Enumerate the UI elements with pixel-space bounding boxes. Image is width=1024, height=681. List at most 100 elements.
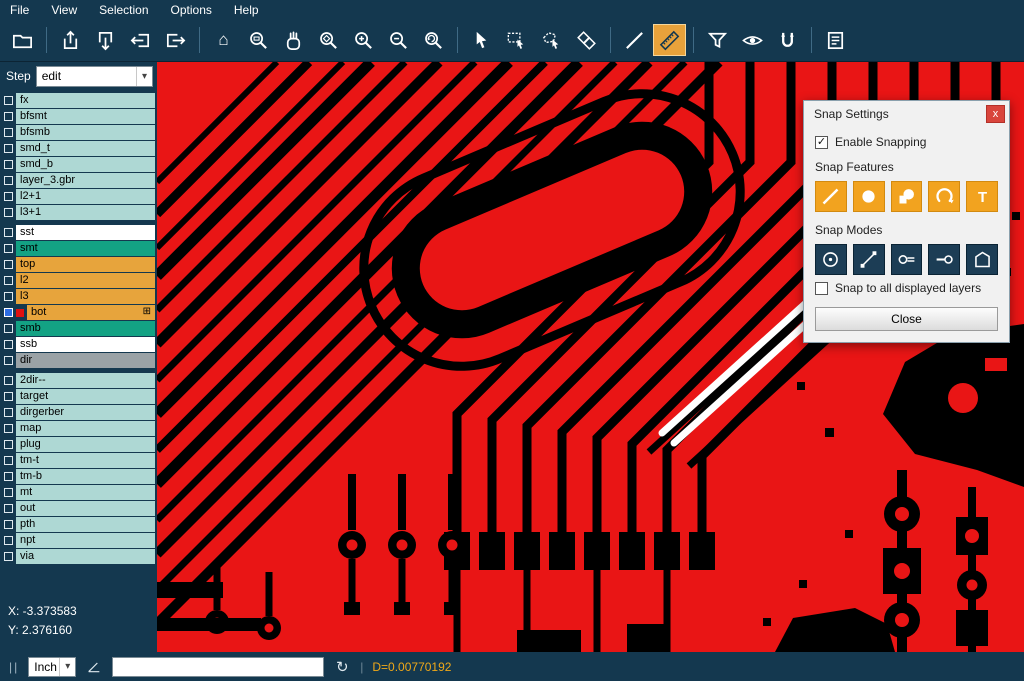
layer-checkbox[interactable]	[4, 340, 13, 349]
layer-label[interactable]: l3+1	[16, 205, 155, 220]
layer-checkbox[interactable]	[4, 228, 13, 237]
layer-row-l2+1[interactable]: l2+1	[2, 189, 155, 204]
layer-checkbox[interactable]	[4, 536, 13, 545]
layer-row-target[interactable]: target	[2, 389, 155, 404]
zoom-window-button[interactable]	[242, 24, 275, 56]
menu-selection[interactable]: Selection	[99, 3, 148, 17]
layer-row-map[interactable]: map	[2, 421, 155, 436]
close-button[interactable]: Close	[815, 307, 998, 331]
mode-center-button[interactable]	[815, 244, 847, 275]
report-list-button[interactable]	[819, 24, 852, 56]
layer-label[interactable]: pth	[16, 517, 155, 532]
layer-row-bot[interactable]: bot⊞	[2, 305, 155, 320]
layer-label[interactable]: out	[16, 501, 155, 516]
zoom-in-button[interactable]	[347, 24, 380, 56]
layer-label[interactable]: bot⊞	[27, 305, 155, 320]
layer-checkbox[interactable]	[4, 424, 13, 433]
layer-checkbox[interactable]	[4, 208, 13, 217]
menu-view[interactable]: View	[51, 3, 77, 17]
layer-checkbox[interactable]	[4, 504, 13, 513]
layer-row-via[interactable]: via	[2, 549, 155, 564]
snap-all-layers-checkbox[interactable]	[815, 282, 828, 295]
zoom-out-button[interactable]	[382, 24, 415, 56]
layer-label[interactable]: smb	[16, 321, 155, 336]
layer-checkbox[interactable]	[4, 456, 13, 465]
layer-checkbox[interactable]	[4, 440, 13, 449]
layer-row-sst[interactable]: sst	[2, 225, 155, 240]
layer-checkbox[interactable]	[4, 392, 13, 401]
layer-row-tm-b[interactable]: tm-b	[2, 469, 155, 484]
enable-snapping-row[interactable]: ✓ Enable Snapping	[815, 135, 998, 149]
import-down-button[interactable]	[89, 24, 122, 56]
layer-checkbox[interactable]	[4, 96, 13, 105]
layer-row-out[interactable]: out	[2, 501, 155, 516]
line-tool-button[interactable]	[618, 24, 651, 56]
enable-snapping-checkbox[interactable]: ✓	[815, 136, 828, 149]
layer-label[interactable]: map	[16, 421, 155, 436]
layer-row-bfsmt[interactable]: bfsmt	[2, 109, 155, 124]
layer-checkbox[interactable]	[4, 472, 13, 481]
layer-checkbox[interactable]	[4, 376, 13, 385]
layer-label[interactable]: tm-b	[16, 469, 155, 484]
pcb-canvas[interactable]: Snap Settings x ✓ Enable Snapping Snap F…	[157, 62, 1024, 652]
open-folder-button[interactable]	[6, 24, 39, 56]
layer-label[interactable]: l3	[16, 289, 155, 304]
layer-row-smd_b[interactable]: smd_b	[2, 157, 155, 172]
select-rect-button[interactable]	[500, 24, 533, 56]
layer-label[interactable]: bfsmt	[16, 109, 155, 124]
layer-label[interactable]: npt	[16, 533, 155, 548]
layer-row-mt[interactable]: mt	[2, 485, 155, 500]
layer-label[interactable]: top	[16, 257, 155, 272]
layer-label[interactable]: target	[16, 389, 155, 404]
layer-checkbox[interactable]	[4, 128, 13, 137]
layer-checkbox[interactable]	[4, 408, 13, 417]
snap-magnet-button[interactable]	[771, 24, 804, 56]
mode-point-button[interactable]	[853, 244, 885, 275]
layer-row-top[interactable]: top	[2, 257, 155, 272]
layer-label[interactable]: via	[16, 549, 155, 564]
layer-label[interactable]: l2+1	[16, 189, 155, 204]
select-polygon-button[interactable]	[535, 24, 568, 56]
layer-label[interactable]: 2dir--	[16, 373, 155, 388]
chevron-down-icon[interactable]: ▾	[59, 658, 75, 676]
import-left-button[interactable]	[124, 24, 157, 56]
angle-icon[interactable]	[85, 658, 103, 676]
layer-label[interactable]: mt	[16, 485, 155, 500]
layer-checkbox[interactable]	[4, 552, 13, 561]
layer-label[interactable]: sst	[16, 225, 155, 240]
snap-all-layers-row[interactable]: Snap to all displayed layers	[815, 281, 998, 295]
highlight-eye-button[interactable]	[736, 24, 769, 56]
layer-row-smt[interactable]: smt	[2, 241, 155, 256]
layer-checkbox[interactable]	[4, 112, 13, 121]
zoom-previous-button[interactable]	[417, 24, 450, 56]
snap-settings-titlebar[interactable]: Snap Settings x	[804, 101, 1009, 127]
select-pointer-button[interactable]	[465, 24, 498, 56]
layer-label[interactable]: ssb	[16, 337, 155, 352]
snap-text-button[interactable]	[966, 181, 998, 212]
layer-label[interactable]: smt	[16, 241, 155, 256]
ruler-tool-button[interactable]	[653, 24, 686, 56]
snap-arc-button[interactable]	[928, 181, 960, 212]
layer-row-ssb[interactable]: ssb	[2, 337, 155, 352]
layer-row-l3+1[interactable]: l3+1	[2, 205, 155, 220]
layer-row-dir[interactable]: dir	[2, 353, 155, 368]
layer-row-pth[interactable]: pth	[2, 517, 155, 532]
layer-checkbox[interactable]	[4, 244, 13, 253]
layer-label[interactable]: dir	[16, 353, 155, 368]
select-layers-button[interactable]	[570, 24, 603, 56]
layer-checkbox[interactable]	[4, 160, 13, 169]
pan-hand-button[interactable]	[277, 24, 310, 56]
layer-row-layer_3.gbr[interactable]: layer_3.gbr	[2, 173, 155, 188]
filter-funnel-button[interactable]	[701, 24, 734, 56]
layer-row-fx[interactable]: fx	[2, 93, 155, 108]
layer-row-l2[interactable]: l2	[2, 273, 155, 288]
mode-contour-button[interactable]	[966, 244, 998, 275]
snap-surface-button[interactable]	[891, 181, 923, 212]
layer-checkbox[interactable]	[4, 308, 13, 317]
layer-checkbox[interactable]	[4, 292, 13, 301]
layer-label[interactable]: tm-t	[16, 453, 155, 468]
menu-file[interactable]: File	[10, 3, 29, 17]
export-right-button[interactable]	[159, 24, 192, 56]
zoom-polygon-button[interactable]	[312, 24, 345, 56]
layer-label[interactable]: layer_3.gbr	[16, 173, 155, 188]
